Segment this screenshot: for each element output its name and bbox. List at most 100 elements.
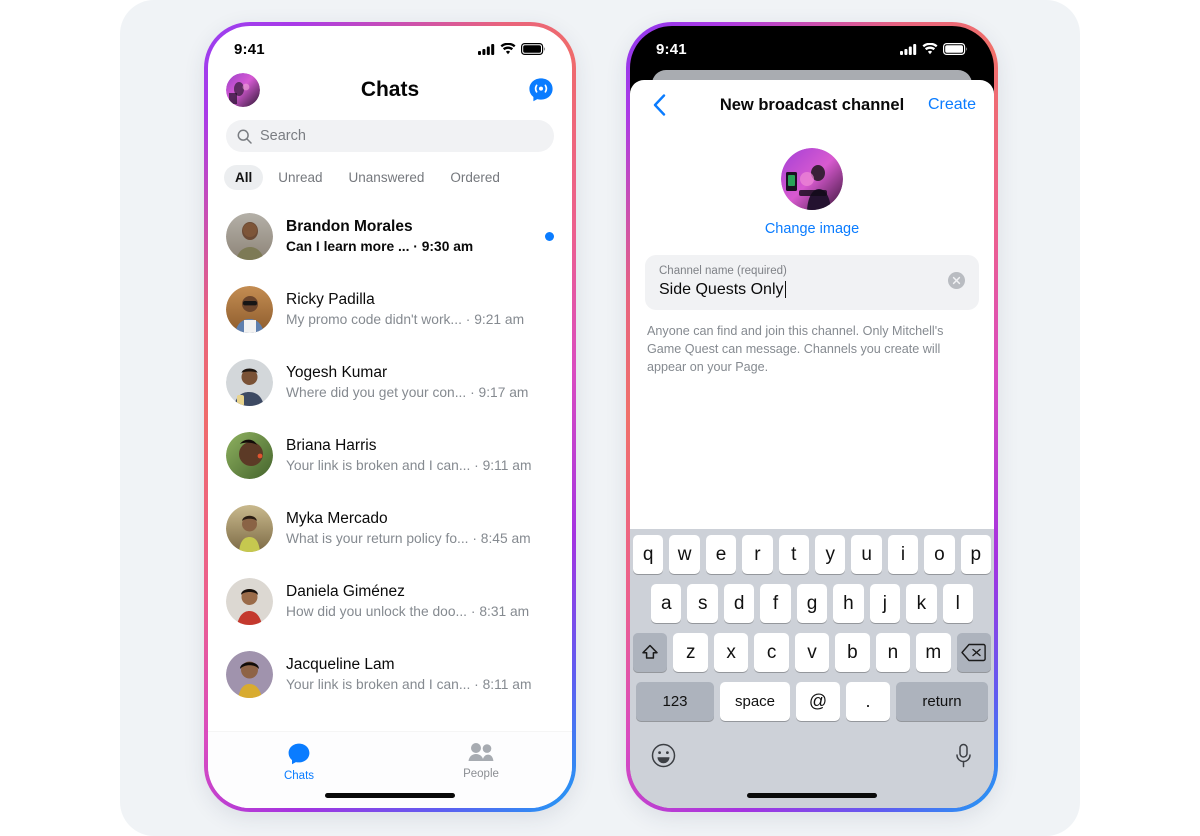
table-row[interactable]: Briana Harris Your link is broken and I … xyxy=(208,419,572,492)
period-key[interactable]: . xyxy=(846,682,890,721)
left-phone-frame: 9:41 Chats Search All Unread Unanswered … xyxy=(204,22,576,812)
key-r[interactable]: r xyxy=(742,535,773,574)
key-d[interactable]: d xyxy=(723,584,755,623)
chat-snippet: Your link is broken and I can... · 9:11 … xyxy=(286,457,554,476)
chat-snippet: What is your return policy fo... · 8:45 … xyxy=(286,530,554,549)
key-u[interactable]: u xyxy=(851,535,882,574)
table-row[interactable]: Daniela Giménez How did you unlock the d… xyxy=(208,565,572,638)
shift-key-icon[interactable] xyxy=(633,633,668,672)
key-m[interactable]: m xyxy=(916,633,951,672)
field-content: Channel name (required) Side Quests Only xyxy=(659,264,940,299)
tab-people[interactable]: People xyxy=(390,742,572,780)
input-value: Side Quests Only xyxy=(659,280,784,298)
emoji-key-icon[interactable] xyxy=(651,743,676,768)
key-x[interactable]: x xyxy=(713,633,749,672)
key-n[interactable]: n xyxy=(875,633,911,672)
clear-circle-icon[interactable] xyxy=(948,272,965,289)
channel-name-field[interactable]: Channel name (required) Side Quests Only xyxy=(645,255,979,310)
key-a[interactable]: a xyxy=(651,584,682,623)
key-e[interactable]: e xyxy=(705,535,737,574)
status-time: 9:41 xyxy=(234,40,265,58)
chat-time: 8:45 am xyxy=(480,530,531,546)
numbers-key[interactable]: 123 xyxy=(636,682,714,721)
key-z[interactable]: z xyxy=(673,633,708,672)
chat-name: Jacqueline Lam xyxy=(286,655,395,673)
separator: · xyxy=(465,311,471,327)
key-k[interactable]: k xyxy=(906,584,937,623)
key-t[interactable]: t xyxy=(778,535,809,574)
filter-chip-unanswered[interactable]: Unanswered xyxy=(338,165,436,190)
wifi-icon xyxy=(500,43,516,55)
search-icon xyxy=(237,129,252,144)
avatar xyxy=(226,432,273,479)
return-key[interactable]: return xyxy=(896,682,988,721)
chat-time: 8:31 am xyxy=(479,603,530,619)
search-input[interactable]: Search xyxy=(226,120,554,152)
space-key[interactable]: space xyxy=(720,682,790,721)
key-w[interactable]: w xyxy=(669,535,700,574)
list-item-text: Jacqueline Lam Your link is broken and I… xyxy=(286,655,554,695)
chat-time: 9:30 am xyxy=(421,238,474,254)
wifi-icon xyxy=(922,43,938,55)
chat-snippet: My promo code didn't work... · 9:21 am xyxy=(286,311,554,330)
channel-avatar[interactable] xyxy=(781,148,843,210)
page-title: New broadcast channel xyxy=(719,95,905,114)
chat-time: 9:11 am xyxy=(482,457,532,473)
key-p[interactable]: p xyxy=(960,535,992,574)
table-row[interactable]: Yogesh Kumar Where did you get your con.… xyxy=(208,346,572,419)
table-row[interactable]: Ricky Padilla My promo code didn't work.… xyxy=(208,273,572,346)
bottom-tab-bar: Chats People xyxy=(208,732,572,808)
microphone-key-icon[interactable] xyxy=(954,743,973,768)
back-chevron-icon[interactable] xyxy=(648,94,670,116)
filter-chip-all[interactable]: All xyxy=(224,165,264,190)
separator: · xyxy=(472,530,477,546)
key-h[interactable]: h xyxy=(833,584,864,623)
snippet-text: Your link is broken and I can... xyxy=(286,457,471,473)
list-item-text: Ricky Padilla My promo code didn't work.… xyxy=(286,290,554,330)
at-key[interactable]: @ xyxy=(796,682,840,721)
battery-icon xyxy=(521,43,546,55)
separator: · xyxy=(413,238,418,254)
key-i[interactable]: i xyxy=(887,535,919,574)
key-f[interactable]: f xyxy=(760,584,791,623)
change-image-button[interactable]: Change image xyxy=(765,221,859,237)
key-o[interactable]: o xyxy=(924,535,955,574)
key-s[interactable]: s xyxy=(687,584,718,623)
key-c[interactable]: c xyxy=(754,633,789,672)
key-q[interactable]: q xyxy=(632,535,664,574)
key-y[interactable]: y xyxy=(815,535,846,574)
status-icon-group xyxy=(900,43,968,55)
profile-avatar[interactable] xyxy=(226,73,260,107)
chat-snippet: Where did you get your con... · 9:17 am xyxy=(286,384,554,403)
snippet-text: What is your return policy fo... xyxy=(286,530,469,546)
snippet-text: Your link is broken and I can... xyxy=(286,676,471,692)
key-v[interactable]: v xyxy=(794,633,830,672)
filter-chip-ordered[interactable]: Ordered xyxy=(439,165,511,190)
backspace-key-icon[interactable] xyxy=(956,633,991,672)
table-row[interactable]: Jacqueline Lam Your link is broken and I… xyxy=(208,638,572,711)
key-b[interactable]: b xyxy=(835,633,870,672)
key-l[interactable]: l xyxy=(942,584,973,623)
chat-name: Daniela Giménez xyxy=(286,582,405,600)
key-g[interactable]: g xyxy=(796,584,828,623)
create-button[interactable]: Create xyxy=(928,96,976,114)
broadcast-channel-icon[interactable] xyxy=(528,77,554,103)
avatar xyxy=(226,286,273,333)
avatar xyxy=(226,651,273,698)
chat-name: Briana Harris xyxy=(286,436,377,454)
table-row[interactable]: Myka Mercado What is your return policy … xyxy=(208,492,572,565)
tab-chats[interactable]: Chats xyxy=(208,742,390,782)
signal-bars-icon xyxy=(900,43,917,55)
list-item-text: Yogesh Kumar Where did you get your con.… xyxy=(286,363,554,403)
key-j[interactable]: j xyxy=(869,584,901,623)
filter-chip-row: All Unread Unanswered Ordered xyxy=(208,152,572,200)
text-caret xyxy=(784,281,787,299)
table-row[interactable]: Brandon Morales Can I learn more ... · 9… xyxy=(208,200,572,273)
field-label: Channel name (required) xyxy=(659,265,787,277)
filter-chip-unread[interactable]: Unread xyxy=(267,165,333,190)
onscreen-keyboard: q w e r t y u i o p a s d f g h j k l z … xyxy=(630,529,994,808)
mockup-stage: 9:41 Chats Search All Unread Unanswered … xyxy=(0,0,1200,836)
channel-name-input[interactable]: Side Quests Only xyxy=(659,281,940,299)
snippet-text: My promo code didn't work... xyxy=(286,311,462,327)
right-status-bar: 9:41 xyxy=(630,26,994,66)
